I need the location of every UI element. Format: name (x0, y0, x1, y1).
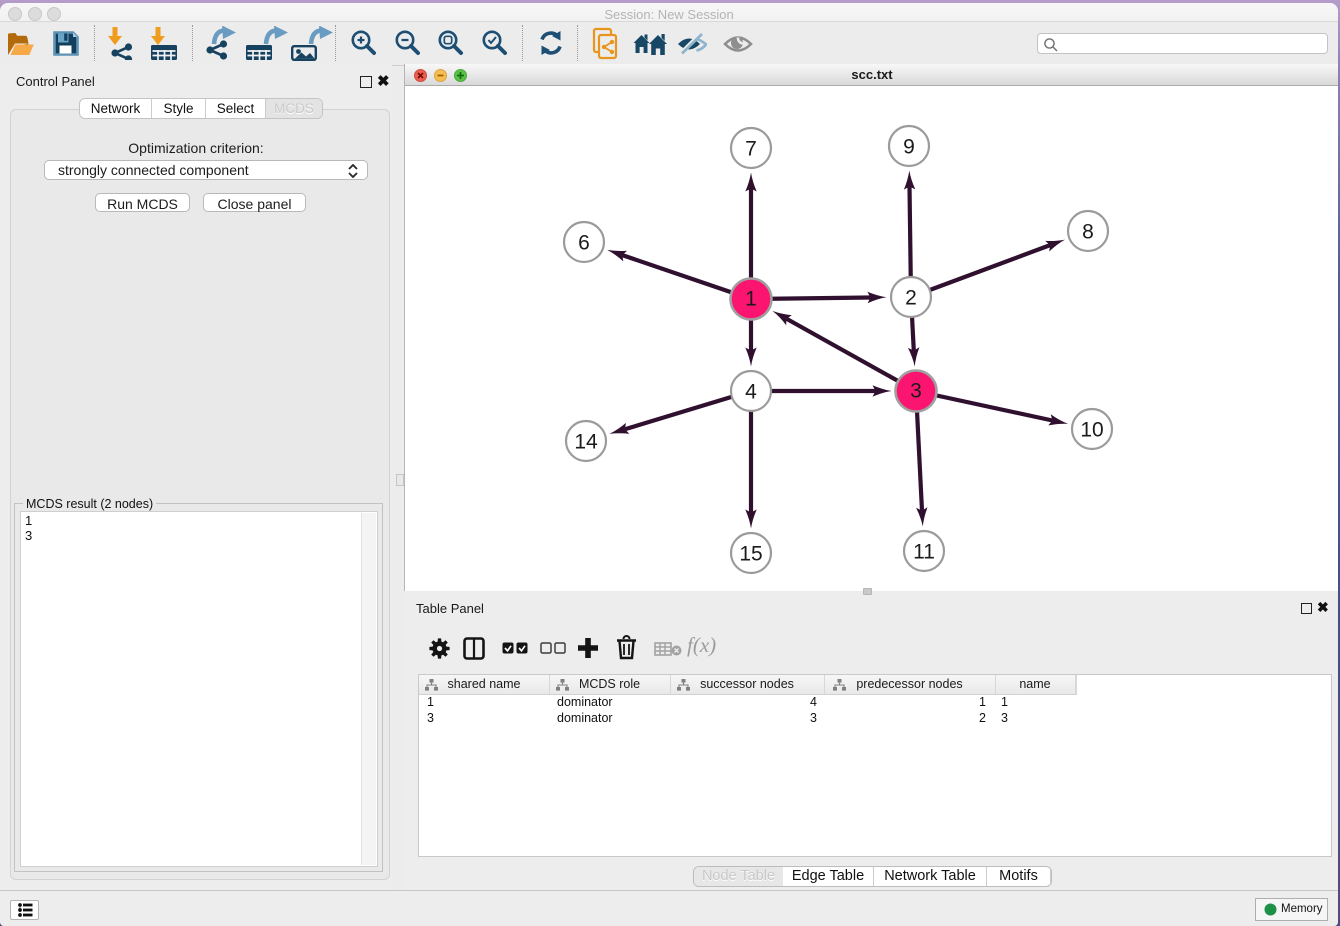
svg-text:1: 1 (745, 288, 757, 311)
svg-text:3: 3 (910, 380, 922, 403)
svg-text:15: 15 (739, 543, 762, 566)
svg-text:8: 8 (1082, 221, 1094, 244)
svg-text:7: 7 (745, 138, 757, 161)
svg-text:11: 11 (913, 541, 935, 564)
svg-text:14: 14 (574, 431, 598, 454)
svg-text:6: 6 (578, 232, 590, 255)
svg-text:10: 10 (1080, 419, 1103, 442)
svg-text:9: 9 (903, 136, 915, 159)
svg-text:4: 4 (745, 381, 757, 404)
svg-text:2: 2 (905, 287, 917, 310)
